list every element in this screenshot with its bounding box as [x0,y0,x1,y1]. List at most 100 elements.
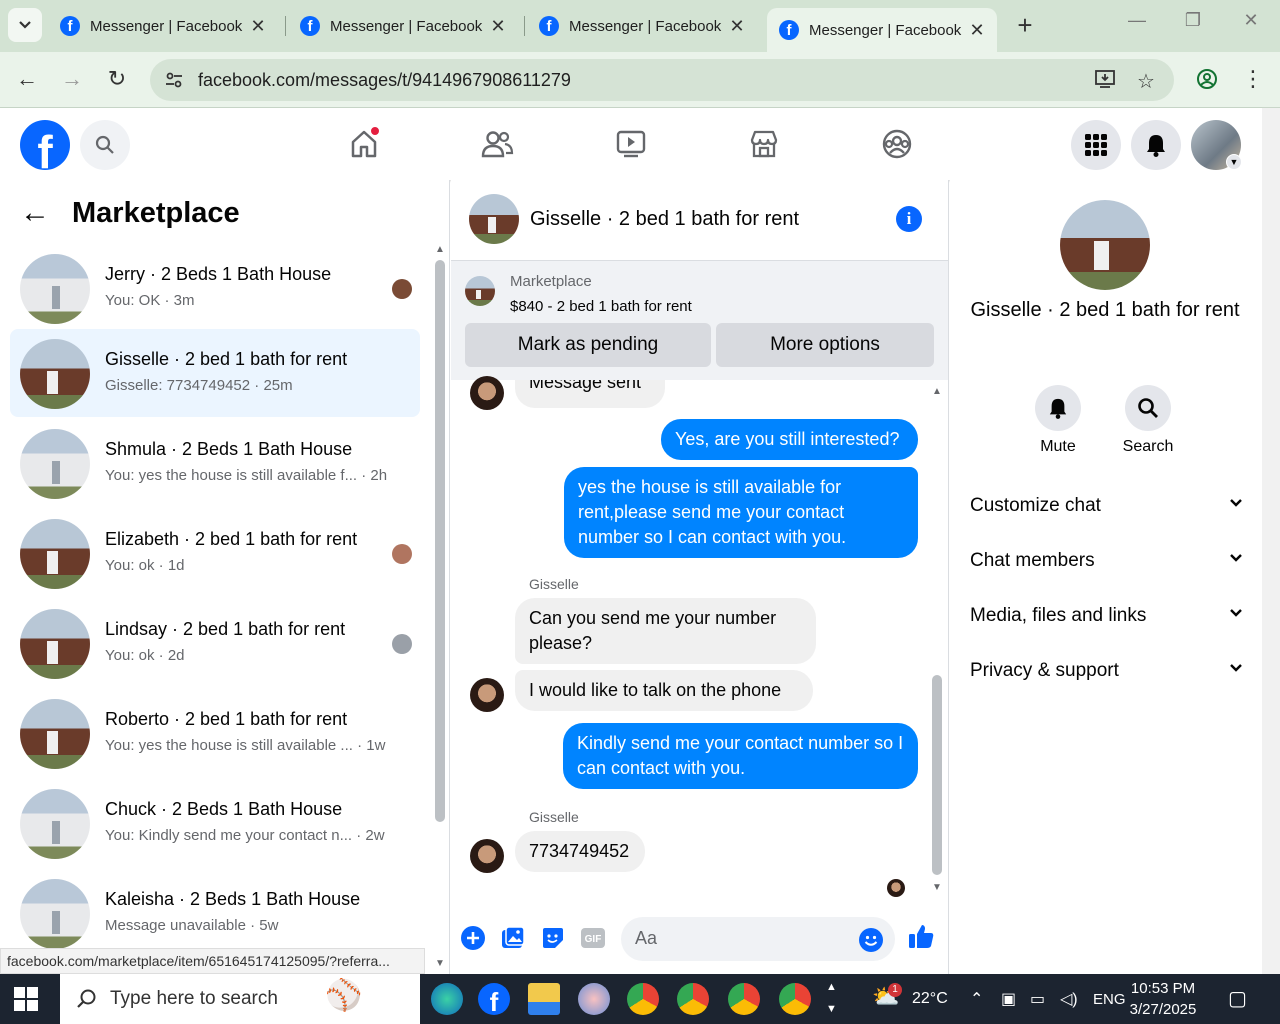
app-icon[interactable] [578,983,610,1015]
restore-button[interactable]: ❐ [1178,10,1208,31]
media-files-links-section[interactable]: Media, files and links [970,605,1245,645]
conversation-thumbnail [20,429,90,499]
language-indicator[interactable]: ENG [1093,991,1126,1008]
scroll-down-arrow[interactable]: ▼ [435,958,445,969]
conversation-item[interactable]: Roberto · 2 bed 1 bath for rent You: yes … [10,689,420,777]
taskbar-clock[interactable]: 10:53 PM 3/27/2025 [1128,978,1198,1020]
new-tab-button[interactable]: + [1010,10,1040,41]
plus-icon[interactable] [459,924,487,952]
browser-tab[interactable]: f Messenger | Facebook ✕ [288,8,518,44]
tab-close-icon[interactable]: ✕ [248,16,268,37]
chat-avatar[interactable] [469,194,519,244]
mute-label: Mute [1040,438,1076,455]
forward-button[interactable]: → [57,64,87,94]
chrome-icon[interactable] [627,983,659,1015]
chat-members-section[interactable]: Chat members [970,550,1245,590]
conversation-thumbnail [20,609,90,679]
facebook-logo[interactable]: f [20,120,70,170]
conversation-item[interactable]: Elizabeth · 2 bed 1 bath for rent You: ok… [10,509,420,597]
chat-scrollbar[interactable] [932,675,942,875]
tray-expand-icon[interactable]: ⌃ [970,989,983,1009]
network-icon[interactable]: ▭ [1030,989,1045,1009]
nav-marketplace[interactable] [744,124,784,164]
minimize-button[interactable]: — [1122,10,1152,31]
file-explorer-icon[interactable] [528,983,560,1015]
listing-thumbnail[interactable] [465,276,495,306]
conversation-item[interactable]: Kaleisha · 2 Beds 1 Bath House Message un… [10,869,420,957]
notifications-button[interactable] [1131,120,1181,170]
conversation-item[interactable]: Jerry · 2 Beds 1 Bath House You: OK · 3m [10,244,420,332]
browser-menu-icon[interactable]: ⋮ [1238,64,1268,94]
edge-browser-icon[interactable] [431,983,463,1015]
back-button[interactable]: ← [12,64,42,94]
marketplace-icon [750,130,778,158]
baseball-illustration-icon: ⚾ [325,979,363,1012]
windows-start-button[interactable] [14,987,38,1011]
notification-center-icon[interactable]: ▢ [1228,986,1247,1011]
url-text: facebook.com/messages/t/9414967908611279 [198,69,571,90]
info-icon[interactable]: i [896,206,922,232]
customize-chat-section[interactable]: Customize chat [970,495,1245,535]
browser-tab[interactable]: f Messenger | Facebook ✕ [48,8,278,44]
mark-as-pending-button[interactable]: Mark as pending [465,323,711,367]
bookmark-star-icon[interactable]: ☆ [1133,69,1159,93]
profile-icon[interactable] [1192,64,1222,94]
browser-tab-bar: f Messenger | Facebook ✕ f Messenger | F… [0,0,1280,52]
tab-close-icon[interactable]: ✕ [727,16,747,37]
taskbar-search[interactable]: Type here to search ⚾ [60,974,420,1024]
privacy-support-section[interactable]: Privacy & support [970,660,1245,700]
conversation-list-scrollbar[interactable] [435,260,445,822]
nav-home[interactable] [344,124,384,164]
thumbs-up-icon[interactable] [907,922,935,950]
bell-icon [1049,398,1067,419]
conversation-item[interactable]: Gisselle · 2 bed 1 bath for rent Gisselle… [10,329,420,417]
browser-tab-active[interactable]: f Messenger | Facebook ✕ [767,8,997,52]
facebook-favicon-icon: f [779,20,799,40]
link-status-bar: facebook.com/marketplace/item/6516451741… [0,948,425,974]
tab-close-icon[interactable]: ✕ [967,20,987,41]
message-bubble-incoming: I would like to talk on the phone [515,670,813,711]
chat-title[interactable]: Gisselle · 2 bed 1 bath for rent [530,208,799,231]
facebook-app-icon[interactable]: f [478,983,510,1015]
weather-temperature[interactable]: 22°C [912,990,948,1008]
listing-price-title[interactable]: $840 - 2 bed 1 bath for rent [510,298,692,315]
address-bar[interactable]: facebook.com/messages/t/9414967908611279… [150,59,1174,101]
back-arrow-icon[interactable]: ← [20,196,50,230]
scroll-down-arrow[interactable]: ▼ [932,882,942,893]
meet-now-icon[interactable]: ▣ [1001,989,1016,1009]
photo-icon[interactable] [499,924,527,952]
more-options-button[interactable]: More options [716,323,934,367]
nav-video[interactable] [611,124,651,164]
chrome-icon[interactable] [728,983,760,1015]
gif-icon[interactable]: GIF [579,924,607,952]
conversation-item[interactable]: Lindsay · 2 bed 1 bath for rent You: ok ·… [10,599,420,687]
message-input[interactable]: Aa [621,917,895,961]
taskbar-scroll-arrows[interactable]: ▲ ▼ [826,976,837,1020]
page-scrollbar[interactable] [1262,108,1280,974]
chevron-down-icon[interactable]: ▼ [1226,154,1242,170]
browser-tab[interactable]: f Messenger | Facebook ✕ [527,8,757,44]
reload-button[interactable]: ↻ [102,64,132,94]
scroll-up-arrow[interactable]: ▲ [435,244,445,255]
nav-groups[interactable] [877,124,917,164]
tab-search-menu[interactable] [8,8,42,42]
conversation-item[interactable]: Shmula · 2 Beds 1 Bath House You: yes the… [10,419,420,507]
site-info-icon[interactable] [162,68,186,92]
conversation-item[interactable]: Chuck · 2 Beds 1 Bath House You: Kindly s… [10,779,420,867]
scroll-up-arrow[interactable]: ▲ [932,386,942,397]
sticker-icon[interactable] [539,924,567,952]
volume-icon[interactable]: ◁) [1060,989,1078,1009]
menu-grid-button[interactable] [1071,120,1121,170]
chrome-icon[interactable] [677,983,709,1015]
search-in-chat-button[interactable]: Search [1108,385,1188,456]
conversation-snippet: Gisselle: 7734749452 · 25m [105,377,293,394]
nav-friends[interactable] [477,124,517,164]
conversation-name: Lindsay · 2 bed 1 bath for rent [105,619,346,639]
install-app-icon[interactable] [1092,69,1118,91]
emoji-icon[interactable] [859,928,883,952]
facebook-search-button[interactable] [80,120,130,170]
tab-close-icon[interactable]: ✕ [488,16,508,37]
mute-button[interactable]: Mute [1018,385,1098,456]
chrome-icon[interactable] [779,983,811,1015]
close-window-button[interactable]: ✕ [1236,10,1266,31]
